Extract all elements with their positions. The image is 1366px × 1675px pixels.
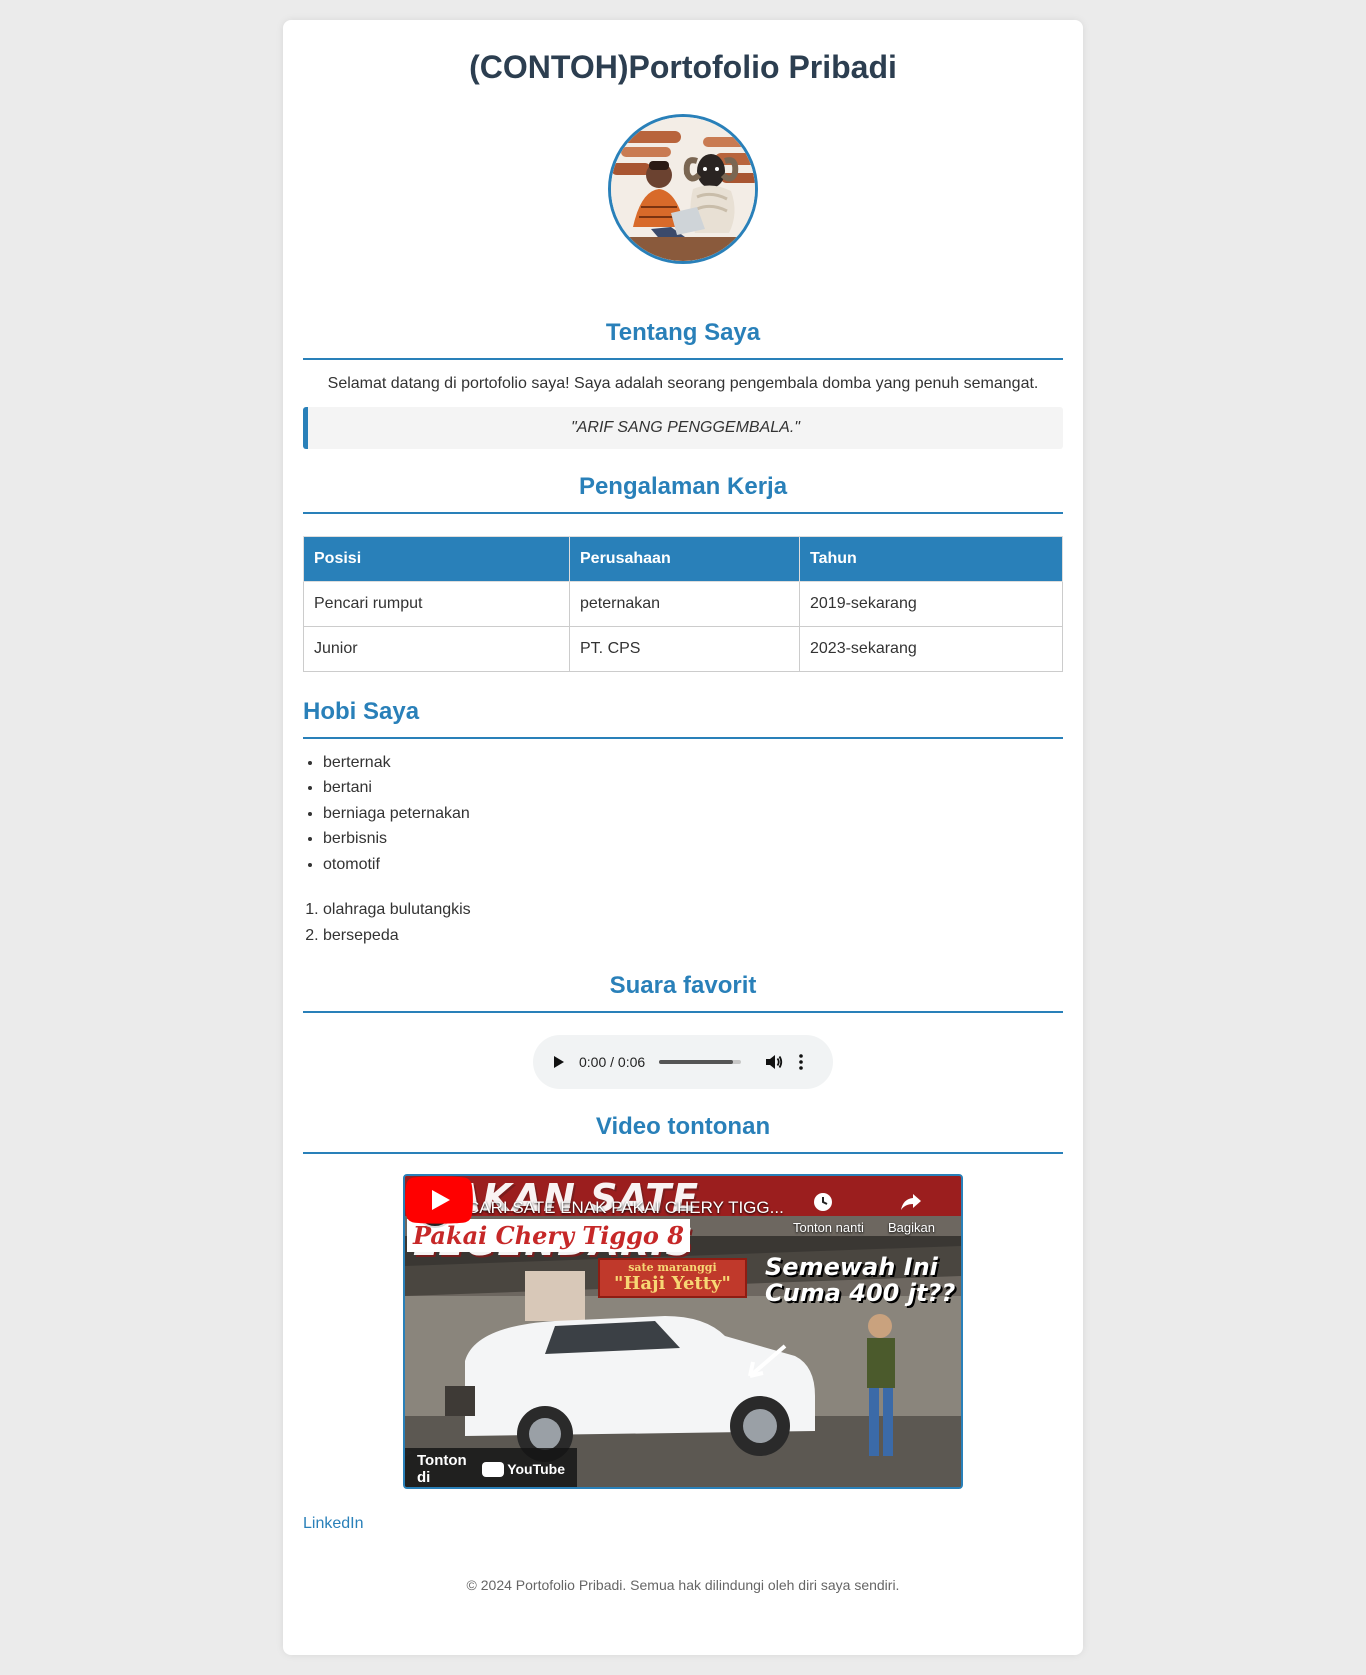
cell-year: 2019-sekarang <box>799 581 1063 628</box>
promo-line-2: Cuma 400 jt?? <box>765 1279 956 1308</box>
video-title[interactable]: CARI SATE ENAK PAKAI CHERY TIGG... <box>467 1198 784 1218</box>
hobby-list: berternak bertani berniaga peternakan be… <box>303 750 1063 878</box>
promo-line-1: Semewah Ini <box>765 1253 938 1282</box>
list-item: bertani <box>323 775 1063 801</box>
youtube-play-icon[interactable] <box>405 1176 473 1224</box>
cell-year: 2023-sekarang <box>799 626 1063 673</box>
watch-later-label: Tonton nanti <box>793 1220 864 1236</box>
page-title: (CONTOH)Portofolio Pribadi <box>469 49 897 85</box>
share-icon <box>901 1194 921 1211</box>
portfolio-card: (CONTOH)Portofolio Pribadi Tentang Saya … <box>283 20 1083 1655</box>
video-heading: Video tontonan <box>303 1113 1063 1155</box>
audio-heading: Suara favorit <box>303 972 1063 1014</box>
about-quote: "ARIF SANG PENGGEMBALA." <box>303 407 1063 450</box>
hobbies-heading: Hobi Saya <box>303 698 1063 739</box>
volume-icon[interactable] <box>765 1054 783 1070</box>
hobbies-section: Hobi Saya berternak bertani berniaga pet… <box>303 698 1063 948</box>
sport-list: olahraga bulutangkis bersepeda <box>303 897 1063 948</box>
column-header-company: Perusahaan <box>569 536 800 583</box>
share-label: Bagikan <box>888 1220 935 1236</box>
column-header-position: Posisi <box>303 536 570 583</box>
audio-progress-fill <box>659 1060 733 1065</box>
footer-text: © 2024 Portofolio Pribadi. Semua hak dil… <box>466 1577 900 1594</box>
thumbnail-promo-text: Semewah Ini Cuma 400 jt?? <box>765 1254 955 1306</box>
audio-time: 0:00 / 0:06 <box>579 1054 646 1071</box>
watch-on-youtube-button[interactable]: Tonton di YouTube <box>405 1448 577 1488</box>
audio-section: Suara favorit 0:00 / 0:06 <box>303 972 1063 1090</box>
profile-avatar <box>608 114 758 265</box>
watch-on-label: Tonton di <box>417 1452 467 1487</box>
cell-position: Pencari rumput <box>303 581 570 628</box>
about-text: Selamat datang di portofolio saya! Saya … <box>327 375 1039 393</box>
experience-table: Posisi Perusahaan Tahun Pencari rumput p… <box>303 536 1063 673</box>
column-header-year: Tahun <box>799 536 1063 583</box>
about-section: Tentang Saya Selamat datang di portofoli… <box>303 319 1063 450</box>
table-row: Pencari rumput peternakan 2019-sekarang <box>303 581 1063 628</box>
table-header-row: Posisi Perusahaan Tahun <box>303 536 1063 583</box>
youtube-logo-icon <box>405 1448 505 1477</box>
audio-player[interactable]: 0:00 / 0:06 <box>533 1035 833 1090</box>
list-item: berternak <box>323 750 1063 776</box>
about-heading: Tentang Saya <box>303 319 1063 361</box>
cell-company: peternakan <box>569 581 800 628</box>
play-icon[interactable] <box>553 1055 565 1069</box>
avatar-container <box>303 114 1063 269</box>
cell-company: PT. CPS <box>569 626 800 673</box>
audio-progress-slider[interactable] <box>659 1060 742 1065</box>
thumbnail-shop-sign: sate maranggi "Haji Yetty" <box>598 1258 747 1298</box>
more-options-icon[interactable] <box>799 1054 803 1071</box>
list-item: berniaga peternakan <box>323 801 1063 827</box>
list-item: berbisnis <box>323 826 1063 852</box>
shop-sign-main: "Haji Yetty" <box>614 1273 731 1295</box>
list-item: olahraga bulutangkis <box>323 897 1063 923</box>
linkedin-link[interactable]: LinkedIn <box>303 1515 364 1533</box>
youtube-logo: YouTube <box>405 1448 565 1478</box>
watch-later-button[interactable]: Tonton nanti <box>793 1193 864 1236</box>
video-section: Video tontonan MAKAN SATE Pakai Chery Ti… <box>303 1113 1063 1490</box>
list-item: bersepeda <box>323 923 1063 949</box>
list-item: otomotif <box>323 852 1063 878</box>
cell-position: Junior <box>303 626 570 673</box>
youtube-embed[interactable]: MAKAN SATE LEGENDARIS Pakai Chery Tiggo … <box>403 1174 963 1490</box>
experience-heading: Pengalaman Kerja <box>303 473 1063 515</box>
share-button[interactable]: Bagikan <box>888 1194 935 1236</box>
table-row: Junior PT. CPS 2023-sekarang <box>303 626 1063 673</box>
experience-section: Pengalaman Kerja Posisi Perusahaan Tahun… <box>303 473 1063 673</box>
clock-icon <box>814 1193 832 1212</box>
youtube-logo-text: YouTube <box>507 1461 565 1478</box>
